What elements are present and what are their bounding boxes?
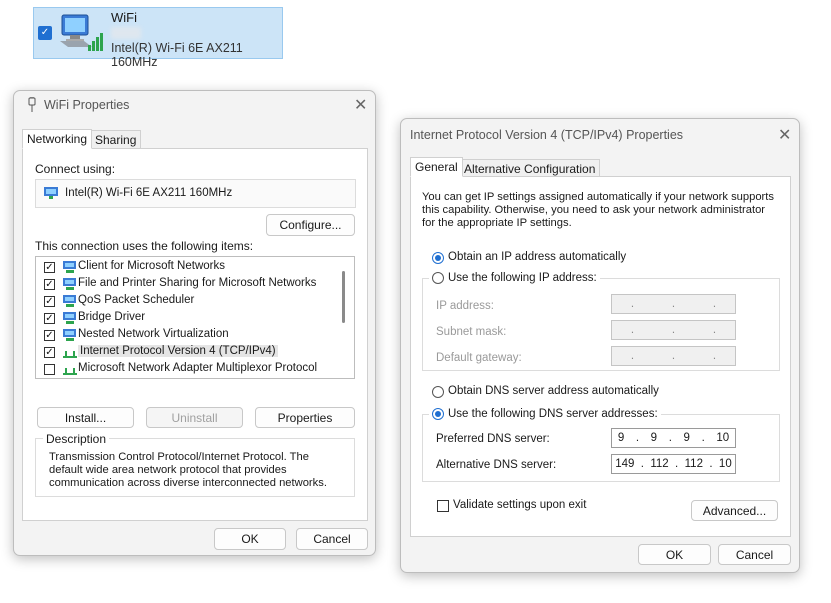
general-panel: You can get IP settings assigned automat… xyxy=(410,176,791,537)
list-item[interactable]: ✓ QoS Packet Scheduler xyxy=(42,293,332,309)
dns-octet: 10 xyxy=(716,432,730,444)
properties-button[interactable]: Properties xyxy=(255,407,355,428)
list-item[interactable]: ✓ Client for Microsoft Networks xyxy=(42,259,332,275)
ipv4-properties-window: Internet Protocol Version 4 (TCP/IPv4) P… xyxy=(400,118,800,573)
validate-label: Validate settings upon exit xyxy=(453,499,587,511)
adapter-device: Intel(R) Wi-Fi 6E AX211 160MHz xyxy=(111,41,243,69)
items-list: ✓ Client for Microsoft Networks ✓ File a… xyxy=(35,256,355,379)
dns-octet: 10 xyxy=(718,458,732,470)
item-checkbox[interactable]: ✓ xyxy=(44,262,55,273)
tab-sharing[interactable]: Sharing xyxy=(90,130,142,150)
obtain-dns-auto-label: Obtain DNS server address automatically xyxy=(448,385,659,397)
ok-button[interactable]: OK xyxy=(638,544,711,565)
radio-obtain-ip-auto[interactable] xyxy=(432,252,444,264)
window-title: Internet Protocol Version 4 (TCP/IPv4) P… xyxy=(410,128,684,142)
radio-obtain-dns-auto[interactable] xyxy=(432,386,444,398)
item-label: File and Printer Sharing for Microsoft N… xyxy=(78,277,317,289)
ip-address-label: IP address: xyxy=(436,300,494,312)
wifi-adapter-tile[interactable]: ✓ WiFi Intel(R) Wi-Fi 6E AX211 160MHz xyxy=(33,7,283,69)
checkmark-icon: ✓ xyxy=(38,26,52,40)
cancel-button[interactable]: Cancel xyxy=(296,528,368,550)
adapter-name: WiFi xyxy=(111,10,137,25)
alternative-dns-input[interactable]: 149. 112. 112. 10 xyxy=(611,454,736,474)
radio-use-following-dns[interactable] xyxy=(432,408,444,420)
advanced-button[interactable]: Advanced... xyxy=(691,500,778,521)
item-label: Client for Microsoft Networks xyxy=(78,260,225,272)
list-item[interactable]: Microsoft Network Adapter Multiplexor Pr… xyxy=(42,361,332,377)
subnet-mask-label: Subnet mask: xyxy=(436,326,507,338)
subnet-mask-input: ... xyxy=(611,320,736,340)
item-label: Microsoft Network Adapter Multiplexor Pr… xyxy=(78,362,318,374)
network-adapter-icon xyxy=(43,186,59,200)
connect-using-label: Connect using: xyxy=(35,162,116,176)
ip-settings-group: Use the following IP address: IP address… xyxy=(422,272,780,371)
default-gateway-input: ... xyxy=(611,346,736,366)
item-label: QoS Packet Scheduler xyxy=(78,294,195,306)
description-text: Transmission Control Protocol/Internet P… xyxy=(49,451,327,489)
adapter-field: Intel(R) Wi-Fi 6E AX211 160MHz xyxy=(35,179,356,208)
item-checkbox[interactable]: ✓ xyxy=(44,330,55,341)
tab-networking[interactable]: Networking xyxy=(22,129,93,149)
item-label: Internet Protocol Version 4 (TCP/IPv4) xyxy=(78,345,278,357)
tab-general[interactable]: General xyxy=(410,157,463,177)
use-following-dns-label: Use the following DNS server addresses: xyxy=(448,408,658,420)
dns-octet: 9 xyxy=(683,432,690,444)
item-label: Bridge Driver xyxy=(78,311,146,323)
items-label: This connection uses the following items… xyxy=(35,239,254,253)
window-title: WiFi Properties xyxy=(44,98,130,112)
dns-octet: 9 xyxy=(617,432,625,444)
item-checkbox[interactable]: ✓ xyxy=(44,313,55,324)
default-gateway-label: Default gateway: xyxy=(436,352,522,364)
list-item[interactable]: ✓ Nested Network Virtualization xyxy=(42,327,332,343)
list-item[interactable]: ✓ Internet Protocol Version 4 (TCP/IPv4) xyxy=(42,344,332,360)
adapter-name-text: Intel(R) Wi-Fi 6E AX211 160MHz xyxy=(65,187,233,199)
close-icon[interactable]: ✕ xyxy=(778,125,791,145)
redacted-ssid xyxy=(111,27,141,39)
wifi-properties-window: WiFi Properties ✕ Networking Sharing Con… xyxy=(13,90,376,556)
dns-octet: 112 xyxy=(650,458,669,470)
validate-checkbox[interactable] xyxy=(437,500,449,512)
close-icon[interactable]: ✕ xyxy=(354,95,367,115)
intro-text: You can get IP settings assigned automat… xyxy=(422,191,774,229)
network-adapter-icon xyxy=(58,11,106,55)
list-item[interactable]: ✓ File and Printer Sharing for Microsoft… xyxy=(42,276,332,292)
configure-button[interactable]: Configure... xyxy=(266,214,355,236)
description-group: Description Transmission Control Protoco… xyxy=(35,432,355,497)
install-button[interactable]: Install... xyxy=(37,407,134,428)
ip-address-input: ... xyxy=(611,294,736,314)
alternative-dns-label: Alternative DNS server: xyxy=(436,459,557,471)
preferred-dns-input[interactable]: 9. 9. 9. 10 xyxy=(611,428,736,448)
ok-button[interactable]: OK xyxy=(214,528,286,550)
use-following-ip-label: Use the following IP address: xyxy=(448,272,597,284)
dns-settings-group: Use the following DNS server addresses: … xyxy=(422,408,780,482)
item-label: Nested Network Virtualization xyxy=(78,328,229,340)
dns-octet: 9 xyxy=(650,432,658,444)
obtain-ip-auto-label: Obtain an IP address automatically xyxy=(448,251,627,263)
use-following-dns-option[interactable]: Use the following DNS server addresses: xyxy=(429,408,661,420)
item-checkbox[interactable]: ✓ xyxy=(44,347,55,358)
description-heading: Description xyxy=(43,432,110,446)
cancel-button[interactable]: Cancel xyxy=(718,544,791,565)
item-checkbox[interactable]: ✓ xyxy=(44,279,55,290)
use-following-ip-option[interactable]: Use the following IP address: xyxy=(429,272,600,284)
item-checkbox[interactable]: ✓ xyxy=(44,296,55,307)
dns-octet: 149 xyxy=(615,458,635,470)
list-item[interactable]: ✓ Bridge Driver xyxy=(42,310,332,326)
dns-octet: 112 xyxy=(684,458,703,470)
networking-panel: Connect using: Intel(R) Wi-Fi 6E AX211 1… xyxy=(22,148,368,521)
item-checkbox[interactable] xyxy=(44,364,55,375)
preferred-dns-label: Preferred DNS server: xyxy=(436,433,550,445)
adapter-plug-icon xyxy=(26,97,38,113)
radio-use-following-ip[interactable] xyxy=(432,272,444,284)
scrollbar-thumb[interactable] xyxy=(342,271,345,323)
uninstall-button[interactable]: Uninstall xyxy=(146,407,243,428)
